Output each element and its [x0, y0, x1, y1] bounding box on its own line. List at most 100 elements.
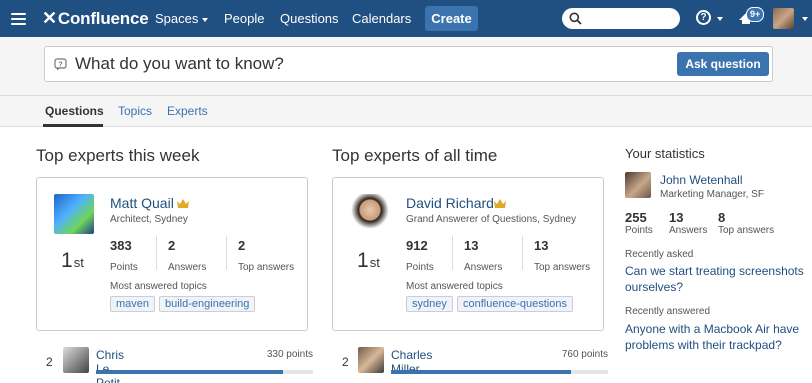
nav-spaces-label: Spaces [155, 11, 199, 26]
stat-answers: 2 Answers [168, 238, 206, 273]
points-bar-fill [96, 370, 283, 374]
stat-answers-value: 13 [464, 238, 479, 253]
list-name[interactable]: Chris Le Petit [96, 348, 124, 383]
expert-card-alltime: David Richard Grand Answerer of Question… [332, 177, 604, 331]
topic-tag[interactable]: maven [110, 296, 156, 312]
stat-points: 912 Points [406, 238, 434, 273]
points-bar-fill [391, 370, 572, 374]
recently-answered-link[interactable]: Anyone with a Macbook Air have problems … [625, 321, 805, 353]
logo-text: Confluence [57, 9, 149, 28]
expert-name[interactable]: Matt Quail [110, 195, 174, 211]
help-icon[interactable]: ? [696, 10, 711, 25]
topics-label: Most answered topics [406, 281, 503, 292]
list-rank: 2 [342, 355, 349, 369]
user-stat-top-answers: 8 Top answers [718, 210, 774, 236]
recently-asked-label: Recently asked [625, 249, 694, 260]
section-title-week: Top experts this week [36, 146, 200, 165]
confluence-logo[interactable]: ✕Confluence [42, 0, 149, 37]
points-bar [96, 370, 313, 374]
create-button[interactable]: Create [425, 6, 478, 31]
your-statistics-title: Your statistics [625, 146, 705, 161]
stat-points-label: Points [406, 262, 434, 273]
current-user-role: Marketing Manager, SF [660, 189, 764, 200]
crown-icon [177, 199, 189, 208]
rank-number: 1 [357, 249, 369, 272]
menu-icon[interactable] [11, 13, 26, 25]
user-avatar[interactable] [773, 8, 794, 29]
rank-suffix: st [73, 255, 84, 270]
list-avatar[interactable] [358, 347, 384, 373]
nav-calendars[interactable]: Calendars [352, 0, 411, 37]
stat-divider [522, 236, 523, 270]
user-stat-points-value: 255 [625, 210, 647, 225]
user-menu-chevron-down-icon[interactable] [802, 17, 808, 21]
stat-top-answers: 2 Top answers [238, 238, 294, 273]
confluence-x-icon: ✕ [42, 8, 57, 28]
stat-points: 383 Points [110, 238, 138, 273]
active-tab-indicator [43, 124, 103, 127]
user-stat-answers: 13 Answers [669, 210, 707, 236]
stat-answers-label: Answers [168, 262, 207, 273]
topic-tag[interactable]: build-engineering [159, 296, 256, 312]
topic-tag[interactable]: sydney [406, 296, 453, 312]
user-stat-top-answers-label: Top answers [718, 225, 775, 236]
user-stat-points: 255 Points [625, 210, 653, 236]
stat-divider [156, 236, 157, 270]
stat-top-answers-value: 13 [534, 238, 549, 253]
stat-top-answers-value: 2 [238, 238, 246, 253]
expert-rank: 1st [61, 249, 84, 273]
recently-answered-label: Recently answered [625, 306, 711, 317]
points-bar [391, 370, 608, 374]
rank-number: 1 [61, 249, 73, 272]
tab-experts[interactable]: Experts [167, 96, 208, 126]
nav-people[interactable]: People [224, 0, 264, 37]
topic-tag[interactable]: confluence-questions [457, 296, 573, 312]
current-user-avatar[interactable] [625, 172, 651, 198]
rank-suffix: st [369, 255, 380, 270]
tab-questions[interactable]: Questions [45, 96, 104, 126]
expert-role: Architect, Sydney [110, 214, 188, 225]
stat-top-answers-label: Top answers [534, 262, 591, 273]
expert-role: Grand Answerer of Questions, Sydney [406, 214, 577, 225]
question-bubble-icon: ? [54, 58, 67, 71]
stat-answers-label: Answers [464, 262, 503, 273]
chevron-down-icon [202, 17, 209, 22]
ask-question-button[interactable]: Ask question [677, 52, 769, 76]
user-stat-points-label: Points [625, 225, 653, 236]
stat-divider [226, 236, 227, 270]
tab-topics[interactable]: Topics [118, 96, 152, 126]
search-input[interactable] [562, 8, 680, 29]
nav-spaces[interactable]: Spaces [155, 0, 209, 37]
search-icon [569, 12, 582, 25]
stat-points-label: Points [110, 262, 138, 273]
stat-divider [452, 236, 453, 270]
expert-name[interactable]: David Richard [406, 195, 494, 211]
notification-badge[interactable]: 9+ [746, 7, 765, 22]
user-stat-answers-label: Answers [669, 225, 708, 236]
question-tabs: Questions Topics Experts [0, 95, 812, 127]
svg-text:?: ? [58, 62, 62, 69]
expert-avatar[interactable] [350, 194, 390, 234]
topics-label: Most answered topics [110, 281, 207, 292]
expert-card-week: Matt Quail Architect, Sydney 1st 383 Poin… [36, 177, 308, 331]
stat-points-value: 383 [110, 238, 132, 253]
recently-asked-link[interactable]: Can we start treating screenshots oursel… [625, 263, 805, 295]
list-points: 330 points [266, 349, 313, 360]
question-placeholder: What do you want to know? [75, 54, 284, 73]
stat-answers-value: 2 [168, 238, 176, 253]
stat-top-answers: 13 Top answers [534, 238, 590, 273]
user-stat-top-answers-value: 8 [718, 210, 726, 225]
expert-avatar[interactable] [54, 194, 94, 234]
question-input[interactable]: ? What do you want to know? [44, 46, 773, 82]
stat-points-value: 912 [406, 238, 428, 253]
help-chevron-down-icon[interactable] [717, 17, 723, 21]
list-rank: 2 [46, 355, 53, 369]
stat-answers: 13 Answers [464, 238, 502, 273]
user-stat-answers-value: 13 [669, 210, 684, 225]
stat-top-answers-label: Top answers [238, 262, 295, 273]
list-avatar[interactable] [63, 347, 89, 373]
section-title-alltime: Top experts of all time [332, 146, 498, 165]
top-navigation: ✕Confluence Spaces People Questions Cale… [0, 0, 812, 37]
current-user-name[interactable]: John Wetenhall [660, 173, 743, 187]
nav-questions[interactable]: Questions [280, 0, 339, 37]
